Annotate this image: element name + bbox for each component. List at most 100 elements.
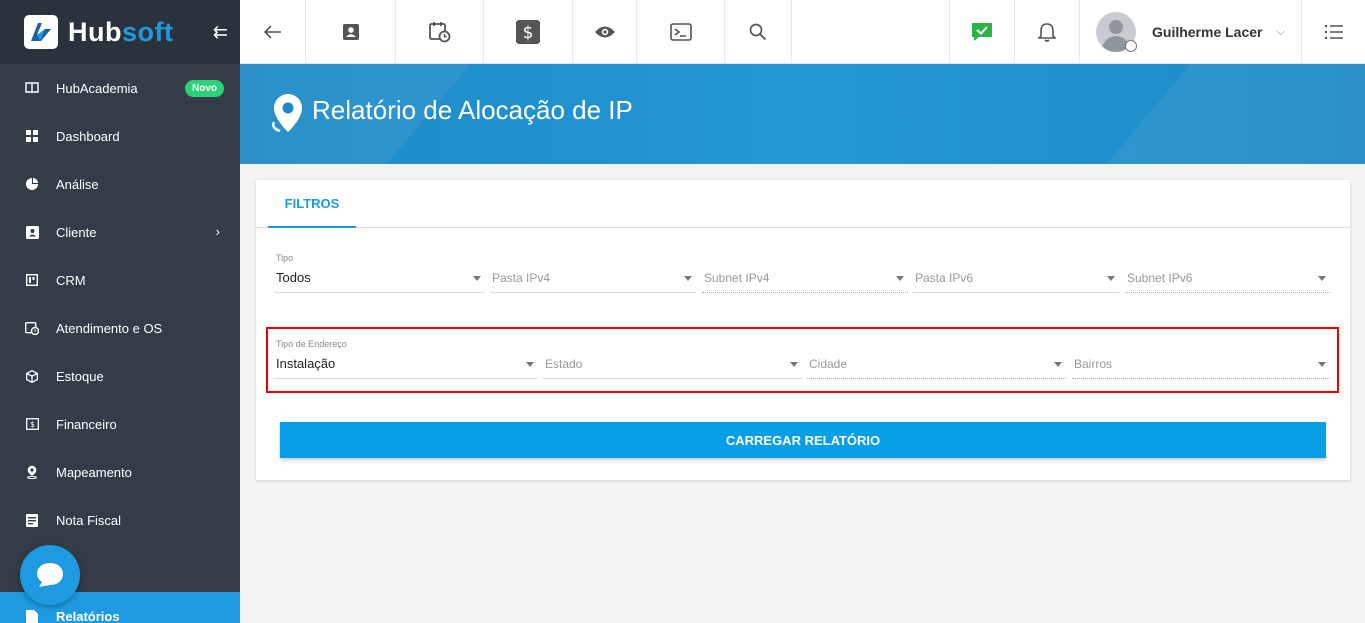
contact-card-icon <box>342 24 359 40</box>
caret-down-icon <box>1318 362 1326 367</box>
document-icon <box>24 512 40 528</box>
book-icon <box>24 80 40 96</box>
logo-bar: Hubsoft ⇇ <box>0 0 240 64</box>
chat-button[interactable] <box>20 545 80 605</box>
contact-card-icon <box>24 224 40 240</box>
sidebar-item-analise[interactable]: Análise <box>0 160 240 208</box>
sidebar-item-atendimento[interactable]: Atendimento e OS <box>0 304 240 352</box>
terminal-icon <box>669 23 692 41</box>
caret-down-icon <box>1318 276 1326 281</box>
subnet-ipv4-select[interactable]: Subnet IPv4 <box>702 253 908 293</box>
caret-down-icon <box>473 276 481 281</box>
bell-icon <box>1038 23 1056 42</box>
arrow-left-icon <box>263 25 281 39</box>
collapse-sidebar-icon[interactable]: ⇇ <box>213 22 228 43</box>
schedule-button[interactable] <box>396 0 484 64</box>
chat-bubble-icon <box>37 563 63 587</box>
chevron-down-icon: ⌵ <box>1276 25 1285 38</box>
field-placeholder: Subnet IPv4 <box>704 271 770 285</box>
caret-down-icon <box>1054 362 1062 367</box>
box-icon <box>24 368 40 384</box>
pasta-ipv6-select[interactable]: Pasta IPv6 <box>913 253 1119 293</box>
estado-select[interactable]: Estado <box>543 339 802 379</box>
terminal-button[interactable] <box>637 0 725 64</box>
field-label: Tipo de Endereço <box>276 339 347 349</box>
sidebar-item-label: Dashboard <box>56 128 120 144</box>
report-icon <box>24 608 40 623</box>
new-badge: Novo <box>185 80 224 97</box>
bairros-select[interactable]: Bairros <box>1072 339 1330 379</box>
sidebar-item-crm[interactable]: CRM <box>0 256 240 304</box>
search-button[interactable] <box>725 0 792 64</box>
page-title: Relatório de Alocação de IP <box>312 95 633 125</box>
caret-down-icon <box>896 276 904 281</box>
money-icon: $ <box>24 416 40 432</box>
sidebar-item-label: Relatórios <box>56 608 120 623</box>
map-pin-icon <box>24 464 40 480</box>
contacts-button[interactable] <box>306 0 396 64</box>
caret-down-icon <box>790 362 798 367</box>
list-menu-button[interactable] <box>1302 0 1365 64</box>
user-menu[interactable]: Guilherme Lacer ⌵ <box>1080 0 1302 64</box>
grid-icon <box>24 128 40 144</box>
map-pin-icon <box>270 92 306 139</box>
tipo-select[interactable]: Tipo Todos <box>274 253 485 293</box>
field-value: Todos <box>276 270 311 285</box>
field-value: Instalação <box>276 356 336 371</box>
sidebar-menu: HubAcademia Novo Dashboard Análise Clien… <box>0 64 240 623</box>
field-placeholder: Subnet IPv6 <box>1127 271 1193 285</box>
top-bar: $ Guilherme Lacer ⌵ <box>240 0 1365 64</box>
sidebar: Hubsoft ⇇ HubAcademia Novo Dashboard Aná… <box>0 0 240 623</box>
sidebar-item-label: Financeiro <box>56 416 117 432</box>
back-button[interactable] <box>240 0 306 64</box>
field-placeholder: Pasta IPv4 <box>492 271 551 285</box>
sidebar-item-dashboard[interactable]: Dashboard <box>0 112 240 160</box>
tab-filtros[interactable]: FILTROS <box>268 180 356 228</box>
sidebar-item-label: Estoque <box>56 368 104 384</box>
sidebar-item-label: CRM <box>56 272 86 288</box>
svg-text:$: $ <box>29 420 34 429</box>
sidebar-item-cliente[interactable]: Cliente › <box>0 208 240 256</box>
tab-bar: FILTROS <box>256 180 1350 228</box>
status-indicator <box>1125 40 1137 52</box>
tipo-endereco-select[interactable]: Tipo de Endereço Instalação <box>274 339 538 379</box>
tasks-button[interactable] <box>949 0 1015 64</box>
sidebar-item-mapeamento[interactable]: Mapeamento <box>0 448 240 496</box>
sidebar-item-nota-fiscal[interactable]: Nota Fiscal <box>0 496 240 544</box>
search-icon <box>749 23 767 41</box>
chevron-right-icon: › <box>215 224 220 239</box>
list-icon <box>1324 24 1343 40</box>
calendar-clock-icon <box>24 320 40 336</box>
pie-chart-icon <box>24 176 40 192</box>
caret-down-icon <box>526 362 534 367</box>
sidebar-item-estoque[interactable]: Estoque <box>0 352 240 400</box>
sidebar-item-label: Nota Fiscal <box>56 512 122 528</box>
board-icon <box>24 272 40 288</box>
page-header-banner: Relatório de Alocação de IP <box>240 64 1365 164</box>
cidade-select[interactable]: Cidade <box>807 339 1066 379</box>
banner-decoration <box>1056 64 1365 164</box>
sidebar-item-label: Análise <box>56 176 99 192</box>
field-placeholder: Pasta IPv6 <box>915 271 974 285</box>
sidebar-item-label: Atendimento e OS <box>56 320 163 336</box>
subnet-ipv6-select[interactable]: Subnet IPv6 <box>1125 253 1330 293</box>
sidebar-item-label: HubAcademia <box>56 80 138 96</box>
check-message-icon <box>972 23 992 41</box>
field-placeholder: Bairros <box>1074 357 1113 371</box>
caret-down-icon <box>684 276 692 281</box>
finance-button[interactable]: $ <box>484 0 573 64</box>
pasta-ipv4-select[interactable]: Pasta IPv4 <box>490 253 696 293</box>
load-report-button[interactable]: CARREGAR RELATÓRIO <box>280 422 1326 458</box>
notifications-button[interactable] <box>1015 0 1080 64</box>
logo-text: Hubsoft <box>68 16 174 47</box>
field-label: Tipo <box>276 253 294 263</box>
svg-text:$: $ <box>523 23 534 43</box>
sidebar-item-financeiro[interactable]: $ Financeiro <box>0 400 240 448</box>
sidebar-item-label: Cliente <box>56 224 97 240</box>
logo-icon <box>24 15 58 49</box>
dollar-icon: $ <box>516 20 540 44</box>
sidebar-item-hubacademia[interactable]: HubAcademia Novo <box>0 64 240 112</box>
field-placeholder: Cidade <box>809 357 848 371</box>
caret-down-icon <box>1107 276 1115 281</box>
view-button[interactable] <box>573 0 637 64</box>
